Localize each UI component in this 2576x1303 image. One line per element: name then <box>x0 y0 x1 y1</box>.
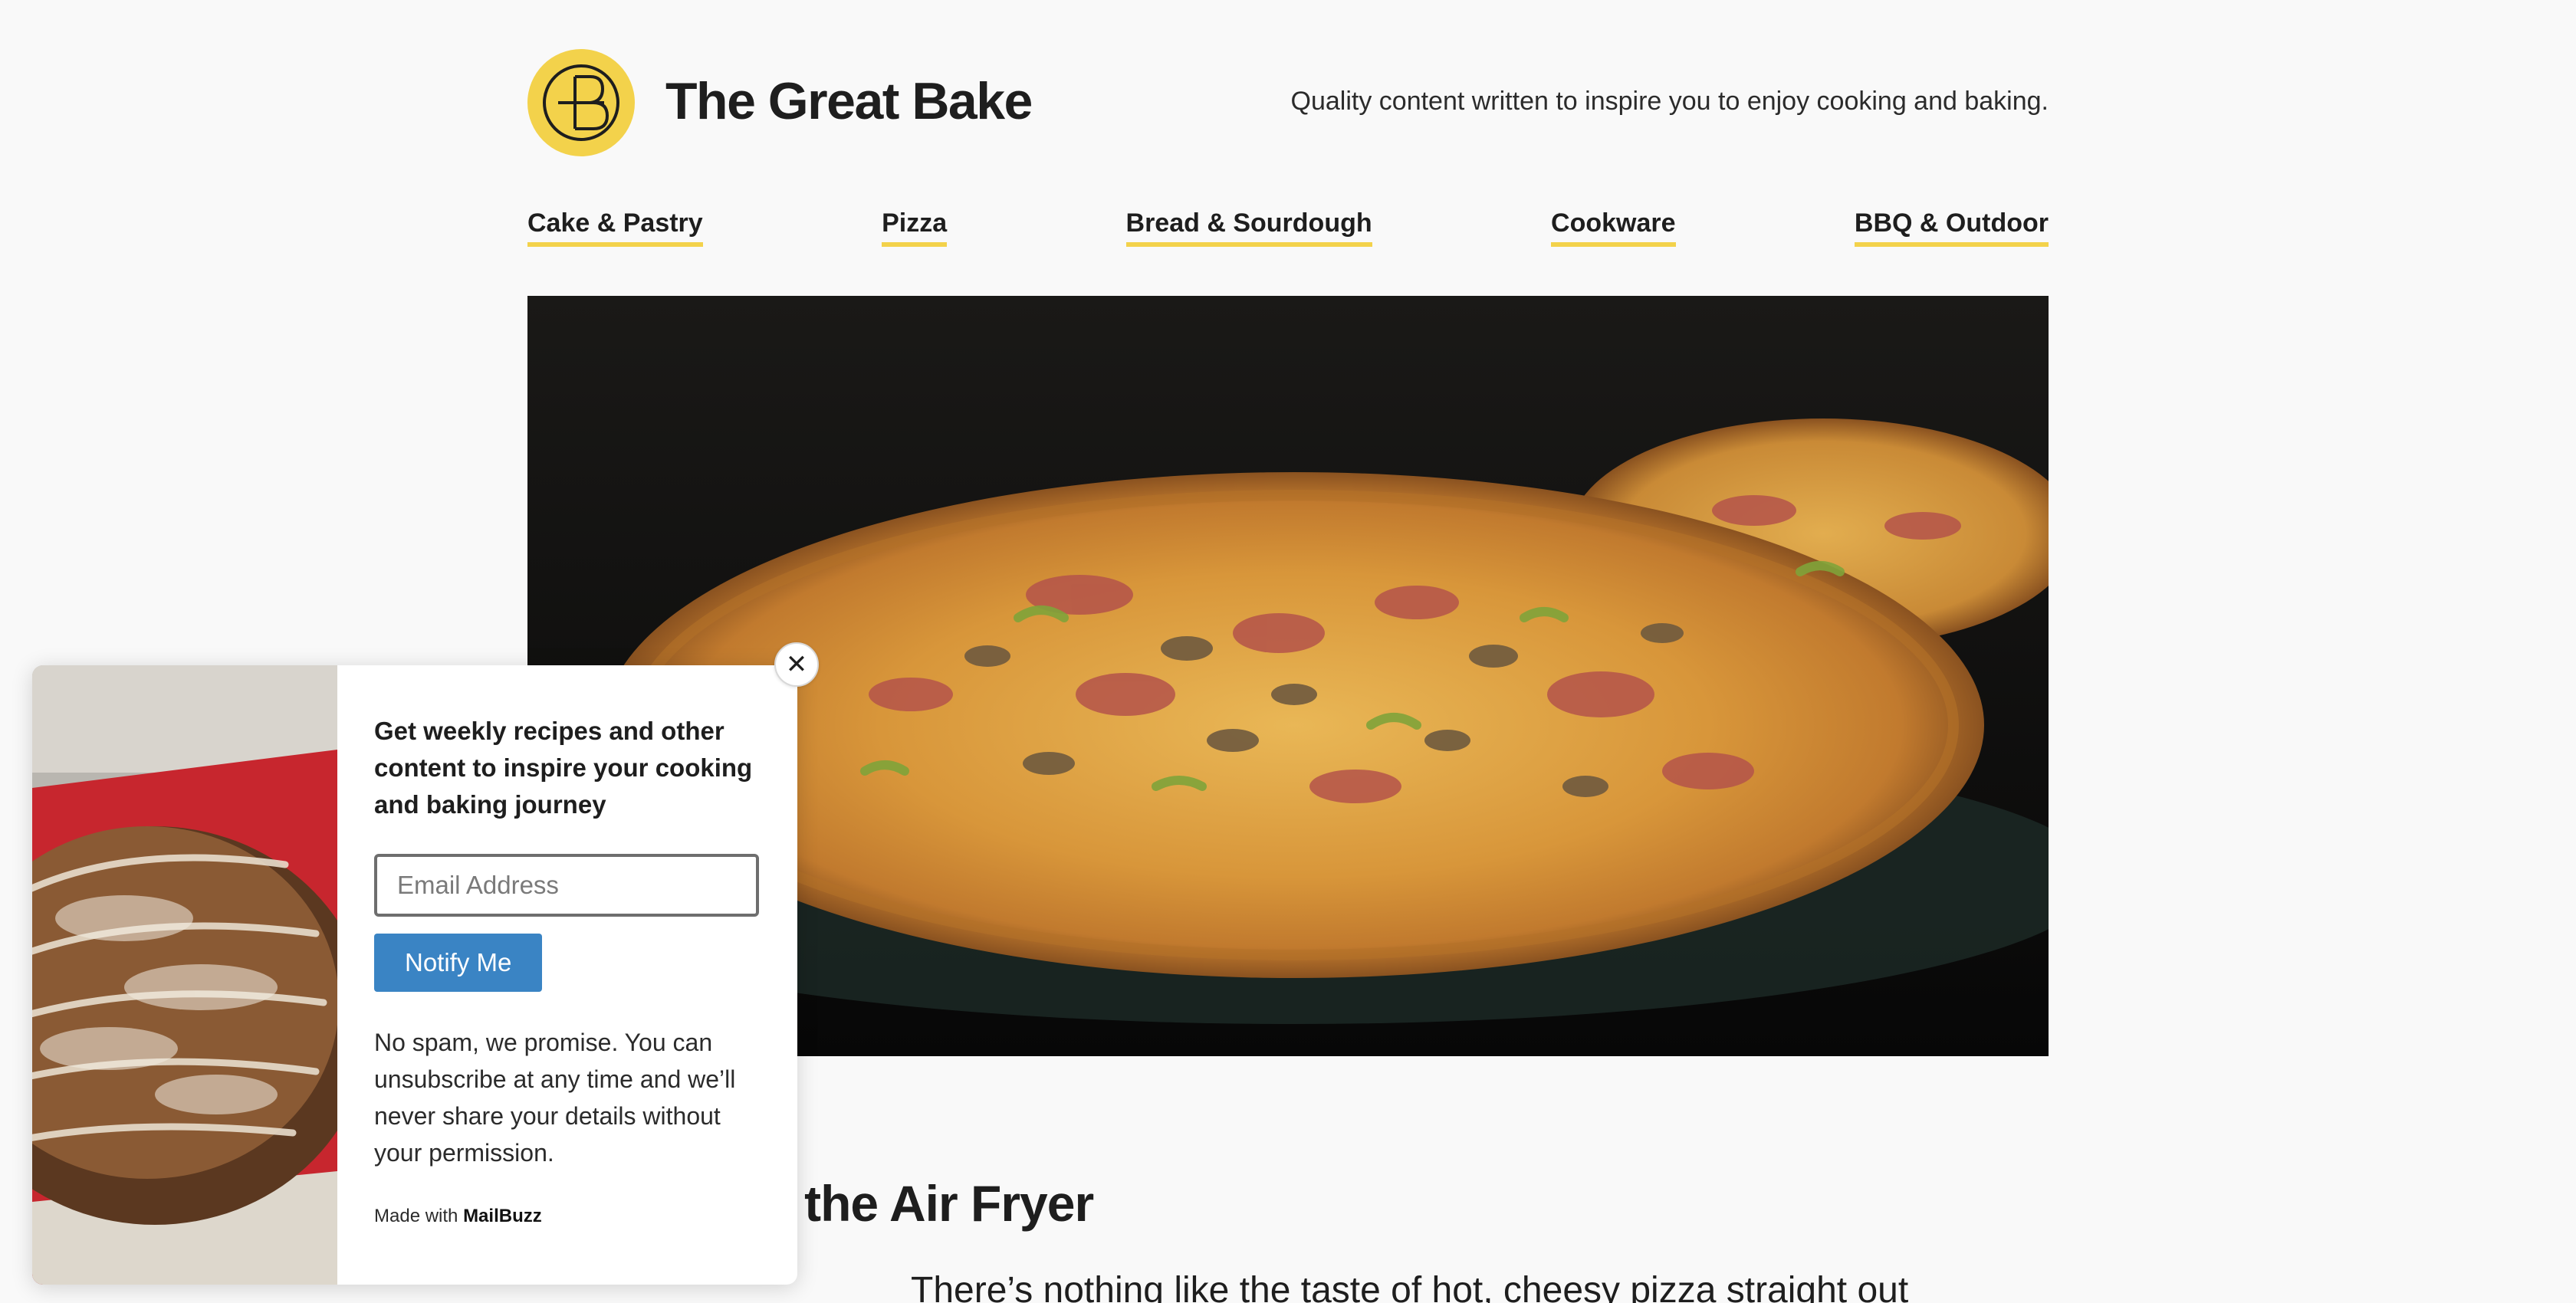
newsletter-popup: Get weekly recipes and other content to … <box>32 665 797 1285</box>
notify-me-button[interactable]: Notify Me <box>374 934 543 992</box>
email-field[interactable] <box>374 854 759 917</box>
nav-item-cookware[interactable]: Cookware <box>1551 205 1676 247</box>
popup-disclaimer: No spam, we promise. You can unsubscribe… <box>374 1029 736 1167</box>
nav-item-pizza[interactable]: Pizza <box>882 205 948 247</box>
made-with-prefix: Made with <box>374 1206 458 1226</box>
site-title[interactable]: The Great Bake <box>665 71 1033 132</box>
made-with-credit[interactable]: Made with MailBuzz <box>374 1205 765 1228</box>
mailbuzz-brand[interactable]: MailBuzz <box>463 1206 542 1226</box>
nav-item-cake-pastry[interactable]: Cake & Pastry <box>527 205 703 247</box>
main-nav: Cake & Pastry Pizza Bread & Sourdough Co… <box>527 205 2049 248</box>
popup-content: Get weekly recipes and other content to … <box>374 713 765 1228</box>
nav-item-bread-sourdough[interactable]: Bread & Sourdough <box>1125 205 1372 247</box>
site-tagline: Quality content written to inspire you t… <box>1290 87 2049 116</box>
popup-heading: Get weekly recipes and other content to … <box>374 717 753 819</box>
sourdough-bread-image <box>32 665 337 1285</box>
nav-item-bbq-outdoor[interactable]: BBQ & Outdoor <box>1854 205 2049 247</box>
close-icon: ✕ <box>785 650 808 679</box>
popup-close-button[interactable]: ✕ <box>774 642 819 687</box>
article-intro: There’s nothing like the taste of hot, c… <box>911 1270 1909 1303</box>
site-logo[interactable] <box>527 49 635 156</box>
